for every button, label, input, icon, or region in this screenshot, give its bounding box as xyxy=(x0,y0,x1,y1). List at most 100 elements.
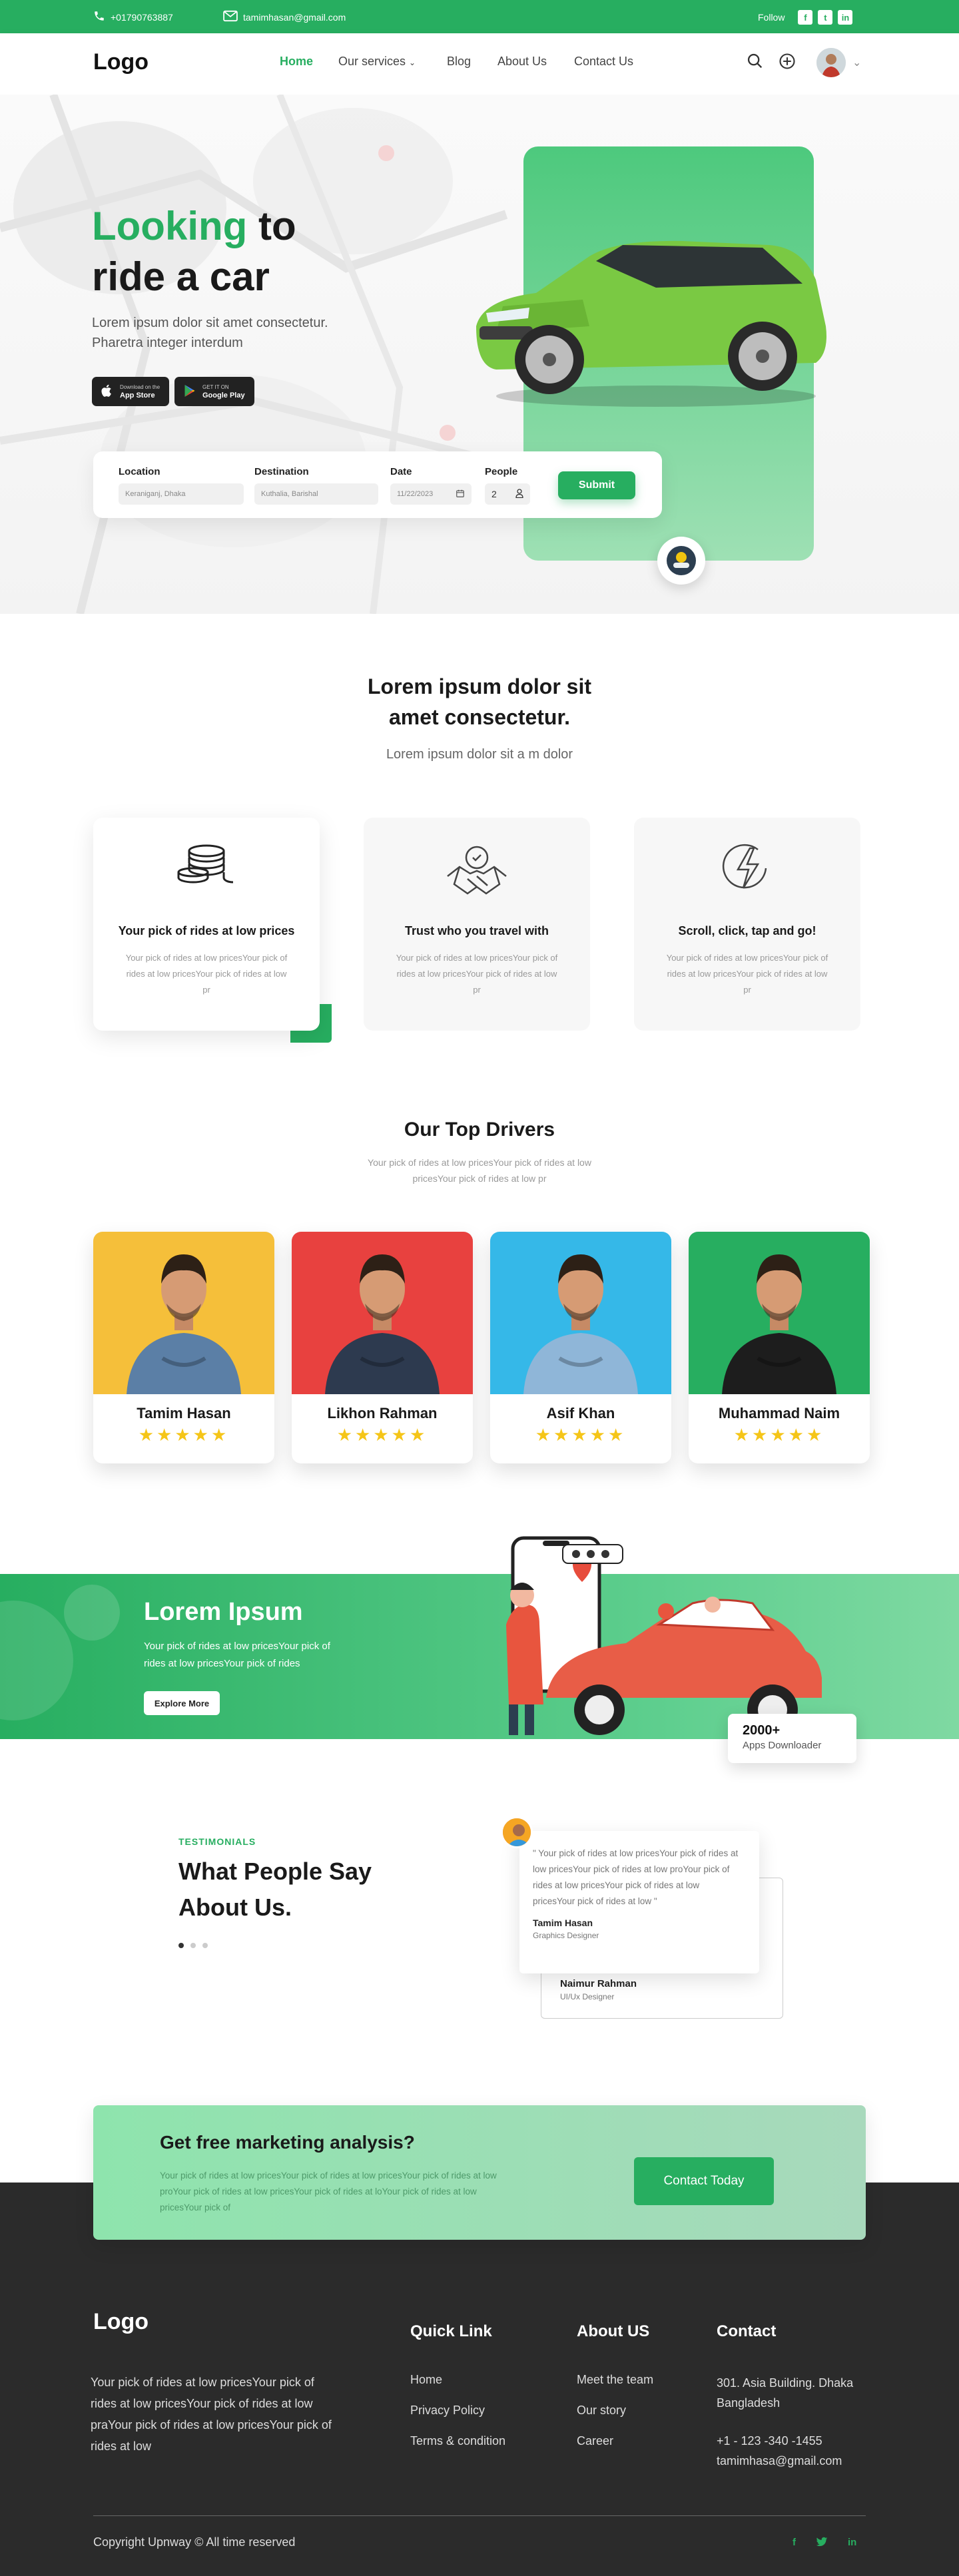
carousel-dots xyxy=(178,1943,208,1948)
driver-badge-icon xyxy=(657,537,705,585)
nav-link-services-label: Our services xyxy=(338,55,406,68)
downloads-stat-value: 2000+ xyxy=(743,1723,781,1738)
testimonial-role-2: UI/Ux Designer xyxy=(560,1992,615,2001)
twitter-icon[interactable] xyxy=(816,2537,828,2550)
banner-title: Lorem Ipsum xyxy=(144,1598,303,1626)
driver-photo xyxy=(490,1232,671,1394)
footer-copyright: Copyright Upnway © All time reserved xyxy=(93,2535,296,2549)
search-icon[interactable] xyxy=(746,52,765,74)
testimonial-quote: " Your pick of rides at low pricesYour p… xyxy=(533,1848,739,1906)
lightning-icon xyxy=(722,842,773,898)
feature-card[interactable]: Your pick of rides at low prices Your pi… xyxy=(93,818,320,1031)
footer-link-terms[interactable]: Terms & condition xyxy=(410,2434,505,2448)
hero-subtitle: Lorem ipsum dolor sit amet consectetur. … xyxy=(92,316,328,350)
driver-card[interactable]: Asif Khan ★★★★★ xyxy=(490,1232,671,1463)
email-text: tamimhasan@gmail.com xyxy=(243,11,346,23)
date-value: 11/22/2023 xyxy=(397,490,434,498)
contact-today-button[interactable]: Contact Today xyxy=(634,2157,774,2205)
nav-link-contact[interactable]: Contact Us xyxy=(574,55,633,69)
footer-about-text: Your pick of rides at low pricesYour pic… xyxy=(91,2376,332,2453)
linkedin-icon[interactable]: in xyxy=(838,10,853,25)
location-input[interactable]: Keraniganj, Dhaka xyxy=(119,483,244,505)
feature-card[interactable]: Trust who you travel with Your pick of r… xyxy=(364,818,590,1031)
cta-box: Get free marketing analysis? Your pick o… xyxy=(93,2105,866,2240)
hero-title-line2: ride a car xyxy=(92,254,270,299)
facebook-icon[interactable]: f xyxy=(798,10,813,25)
facebook-icon[interactable]: f xyxy=(793,2537,796,2550)
driver-name: Muhammad Naim xyxy=(718,1405,840,1421)
submit-button[interactable]: Submit xyxy=(558,471,635,499)
cta-text: Your pick of rides at low pricesYour pic… xyxy=(160,2171,497,2212)
avatar[interactable] xyxy=(816,48,846,77)
testimonial-author-2: Naimur Rahman xyxy=(560,1978,637,1989)
nav-link-services[interactable]: Our services ⌄ xyxy=(338,55,416,69)
google-play-button[interactable]: GET IT ON Google Play xyxy=(174,377,254,406)
carousel-dot[interactable] xyxy=(190,1943,196,1948)
footer: Logo Your pick of rides at low pricesYou… xyxy=(0,2183,959,2576)
driver-rating-stars: ★★★★★ xyxy=(535,1425,627,1445)
add-circle-icon[interactable] xyxy=(778,52,797,74)
footer-link-story[interactable]: Our story xyxy=(577,2404,626,2418)
people-value: 2 xyxy=(491,489,497,499)
carousel-dot[interactable] xyxy=(178,1943,184,1948)
downloads-stat-card: 2000+ Apps Downloader xyxy=(728,1714,856,1763)
ride-booking-form: Location Keraniganj, Dhaka Destination K… xyxy=(93,451,662,518)
hero-title: Looking to ride a car xyxy=(92,201,296,302)
feature-card[interactable]: Scroll, click, tap and go! Your pick of … xyxy=(634,818,860,1031)
coins-icon xyxy=(175,842,238,892)
destination-input[interactable]: Kuthalia, Barishal xyxy=(254,483,378,505)
chevron-down-icon[interactable]: ⌄ xyxy=(852,56,861,69)
driver-rating-stars: ★★★★★ xyxy=(733,1425,825,1445)
footer-email[interactable]: tamimhasa@gmail.com xyxy=(717,2454,842,2468)
testimonial-card[interactable]: " Your pick of rides at low pricesYour p… xyxy=(519,1831,759,1973)
nav-link-about[interactable]: About Us xyxy=(497,55,547,69)
driver-name: Asif Khan xyxy=(546,1405,615,1421)
site-logo[interactable]: Logo xyxy=(93,49,149,75)
driver-card[interactable]: Tamim Hasan ★★★★★ xyxy=(93,1232,274,1463)
phone-contact[interactable]: +01790763887 xyxy=(93,10,173,24)
footer-about-title: About US xyxy=(577,2322,650,2340)
footer-link-home[interactable]: Home xyxy=(410,2373,442,2387)
driver-photo xyxy=(689,1232,870,1394)
hero-title-highlight: Looking xyxy=(92,204,248,248)
testimonials-kicker: TESTIMONIALS xyxy=(178,1836,256,1847)
carousel-dot[interactable] xyxy=(202,1943,208,1948)
driver-photo xyxy=(292,1232,473,1394)
app-store-button[interactable]: Download on the App Store xyxy=(92,377,170,406)
footer-contact-title: Contact xyxy=(717,2322,777,2340)
testimonial-role: Graphics Designer xyxy=(533,1931,599,1940)
top-bar: +01790763887 tamimhasan@gmail.com Follow… xyxy=(0,0,959,33)
date-input[interactable]: 11/22/2023 xyxy=(390,483,472,505)
google-play-small: GET IT ON xyxy=(202,384,229,390)
testimonial-avatar xyxy=(501,1816,533,1848)
feature-desc: Your pick of rides at low pricesYour pic… xyxy=(125,953,288,995)
people-label: People xyxy=(485,466,518,477)
driver-photo xyxy=(93,1232,274,1394)
footer-logo[interactable]: Logo xyxy=(93,2309,149,2335)
location-label: Location xyxy=(119,466,160,477)
testimonials-title-line1: What People Say xyxy=(178,1858,372,1885)
feature-title: Trust who you travel with xyxy=(404,924,549,937)
nav-link-home[interactable]: Home xyxy=(280,55,313,69)
destination-label: Destination xyxy=(254,466,309,477)
driver-card[interactable]: Muhammad Naim ★★★★★ xyxy=(689,1232,870,1463)
explore-more-button[interactable]: Explore More xyxy=(144,1691,220,1715)
footer-link-career[interactable]: Career xyxy=(577,2434,613,2448)
footer-link-privacy[interactable]: Privacy Policy xyxy=(410,2404,485,2418)
footer-link-team[interactable]: Meet the team xyxy=(577,2373,653,2387)
app-store-small: Download on the xyxy=(120,384,160,390)
drivers-subtitle: Your pick of rides at low pricesYour pic… xyxy=(368,1157,591,1184)
testimonial-author: Tamim Hasan xyxy=(533,1918,593,1928)
nav-link-blog[interactable]: Blog xyxy=(447,55,471,69)
driver-card[interactable]: Likhon Rahman ★★★★★ xyxy=(292,1232,473,1463)
footer-quick-title: Quick Link xyxy=(410,2322,492,2340)
driver-rating-stars: ★★★★★ xyxy=(336,1425,428,1445)
people-input[interactable]: 2 xyxy=(485,483,530,505)
driver-name: Likhon Rahman xyxy=(327,1405,438,1421)
footer-phone: +1 - 123 -340 -1455 xyxy=(717,2434,822,2447)
twitter-icon[interactable]: t xyxy=(818,10,833,25)
person-icon xyxy=(515,488,523,500)
linkedin-icon[interactable]: in xyxy=(848,2537,856,2550)
play-icon xyxy=(184,384,196,399)
email-contact[interactable]: tamimhasan@gmail.com xyxy=(223,10,346,24)
